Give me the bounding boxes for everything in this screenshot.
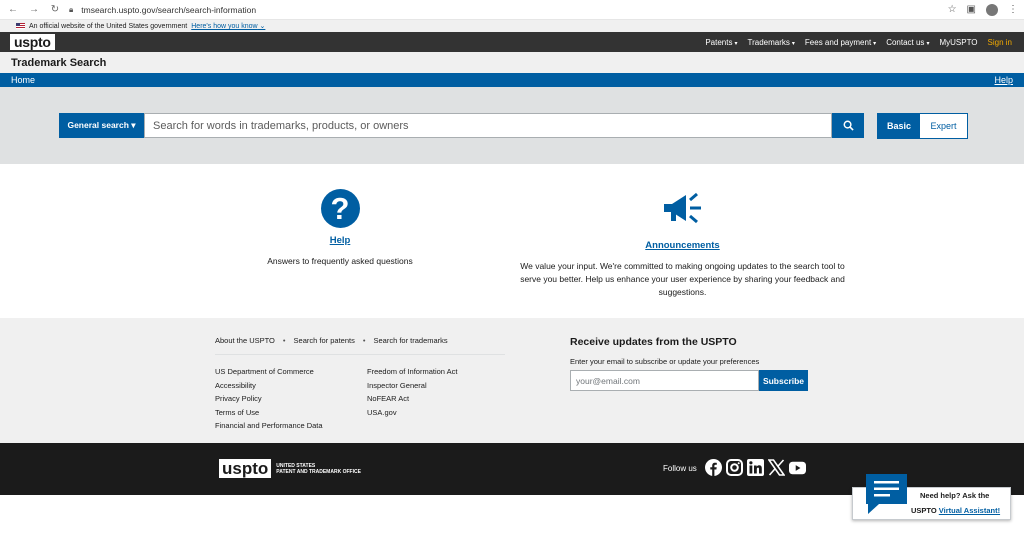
heres-how-you-know-link[interactable]: Here's how you know ⌄ xyxy=(191,22,265,30)
lock-icon: 🔒︎ xyxy=(69,4,74,14)
nav-patents[interactable]: Patents ▾ xyxy=(705,38,737,47)
help-card-link[interactable]: Help xyxy=(240,235,440,246)
search-input[interactable] xyxy=(144,113,832,138)
email-field[interactable] xyxy=(570,370,759,391)
search-mode-toggle: Basic Expert xyxy=(877,112,968,139)
footer-logo-text: UNITED STATES PATENT AND TRADEMARK OFFICE xyxy=(276,462,361,475)
commerce-link[interactable]: US Department of Commerce xyxy=(215,365,323,379)
forward-icon[interactable]: → xyxy=(27,3,41,17)
updates-title: Receive updates from the USPTO xyxy=(570,336,737,348)
announcements-card: Announcements We value your input. We're… xyxy=(510,189,855,299)
breadcrumb: Home Help xyxy=(0,73,1024,87)
instagram-icon[interactable] xyxy=(726,459,743,476)
help-link-top[interactable]: Help xyxy=(994,75,1013,85)
terms-link[interactable]: Terms of Use xyxy=(215,406,323,420)
footer-separator: • xyxy=(282,336,286,345)
us-flag-icon xyxy=(16,23,25,29)
nofear-link[interactable]: NoFEAR Act xyxy=(367,392,457,406)
search-type-dropdown[interactable]: General search ▾ xyxy=(59,113,144,138)
x-icon[interactable] xyxy=(768,459,785,476)
nav-trademarks[interactable]: Trademarks ▾ xyxy=(748,38,795,47)
announcements-link[interactable]: Announcements xyxy=(510,240,855,251)
footer-divider xyxy=(215,354,505,355)
question-icon: ? xyxy=(320,189,360,228)
nav-myuspto[interactable]: MyUSPTO xyxy=(939,38,977,47)
page-title: Trademark Search xyxy=(0,52,1024,73)
help-card: ? Help Answers to frequently asked quest… xyxy=(240,189,440,268)
sign-in-link[interactable]: Sign in xyxy=(988,38,1012,47)
url-text: tmsearch.uspto.gov/search/search-informa… xyxy=(81,4,257,15)
megaphone-icon xyxy=(663,192,701,224)
virtual-assistant-link[interactable]: Virtual Assistant! xyxy=(939,506,1000,515)
expert-mode-button[interactable]: Expert xyxy=(920,113,967,138)
menu-kebab-icon[interactable]: ⋮ xyxy=(1008,4,1018,15)
youtube-icon[interactable] xyxy=(789,459,806,476)
footer-logo-mark: uspto xyxy=(219,459,272,478)
uspto-logo[interactable]: uspto xyxy=(10,34,55,50)
chat-bubble-icon[interactable] xyxy=(866,474,907,514)
accessibility-link[interactable]: Accessibility xyxy=(215,379,323,393)
facebook-icon[interactable] xyxy=(705,459,722,476)
foia-link[interactable]: Freedom of Information Act xyxy=(367,365,457,379)
back-icon[interactable]: ← xyxy=(6,3,20,17)
financial-data-link[interactable]: Financial and Performance Data xyxy=(215,419,323,433)
announcements-text: We value your input. We're committed to … xyxy=(520,261,845,297)
top-menu: Patents ▾ Trademarks ▾ Fees and payment ▾ C… xyxy=(705,38,1012,47)
browser-toolbar: ← → ↻ 🔒︎ tmsearch.uspto.gov/search/searc… xyxy=(0,0,1024,20)
search-patents-link[interactable]: Search for patents xyxy=(294,336,355,345)
linkedin-icon[interactable] xyxy=(747,459,764,476)
search-icon xyxy=(843,120,854,131)
bookmark-star-icon[interactable]: ☆ xyxy=(948,4,957,15)
basic-mode-button[interactable]: Basic xyxy=(878,113,920,138)
inspector-general-link[interactable]: Inspector General xyxy=(367,379,457,393)
footer-col-1: US Department of Commerce Accessibility … xyxy=(215,365,323,433)
search-trademarks-link[interactable]: Search for trademarks xyxy=(373,336,447,345)
footer-col-2: Freedom of Information Act Inspector Gen… xyxy=(367,365,457,419)
footer-top-links: About the USPTO • Search for patents • S… xyxy=(215,336,448,345)
footer-logo[interactable]: uspto UNITED STATES PATENT AND TRADEMARK … xyxy=(219,459,361,478)
address-bar[interactable]: 🔒︎ tmsearch.uspto.gov/search/search-info… xyxy=(69,5,948,15)
usa-gov-link[interactable]: USA.gov xyxy=(367,406,457,420)
info-cards: ? Help Answers to frequently asked quest… xyxy=(0,164,1024,318)
footer-separator: • xyxy=(362,336,366,345)
privacy-link[interactable]: Privacy Policy xyxy=(215,392,323,406)
follow-us-label: Follow us xyxy=(663,464,697,473)
nav-contact[interactable]: Contact us ▾ xyxy=(886,38,929,47)
gov-banner-text: An official website of the United States… xyxy=(29,22,188,30)
assistant-text-line2: USPTO Virtual Assistant! xyxy=(911,506,1001,515)
assistant-text-line1: Need help? Ask the xyxy=(920,491,990,500)
top-nav: uspto Patents ▾ Trademarks ▾ Fees and paym… xyxy=(0,32,1024,52)
side-panel-icon[interactable]: ▣ xyxy=(967,4,976,15)
reload-icon[interactable]: ↻ xyxy=(48,3,62,17)
about-uspto-link[interactable]: About the USPTO xyxy=(215,336,275,345)
subscribe-button[interactable]: Subscribe xyxy=(759,370,808,391)
gov-banner: An official website of the United States… xyxy=(0,20,1024,32)
home-link[interactable]: Home xyxy=(11,75,35,85)
updates-subtitle: Enter your email to subscribe or update … xyxy=(570,357,760,366)
footer-links: About the USPTO • Search for patents • S… xyxy=(0,318,1024,443)
social-links xyxy=(705,459,806,476)
profile-icon[interactable] xyxy=(986,3,998,16)
help-card-text: Answers to frequently asked questions xyxy=(267,256,413,266)
nav-fees[interactable]: Fees and payment ▾ xyxy=(805,38,876,47)
search-button[interactable] xyxy=(832,113,864,138)
search-area: General search ▾ Basic Expert xyxy=(0,87,1024,164)
